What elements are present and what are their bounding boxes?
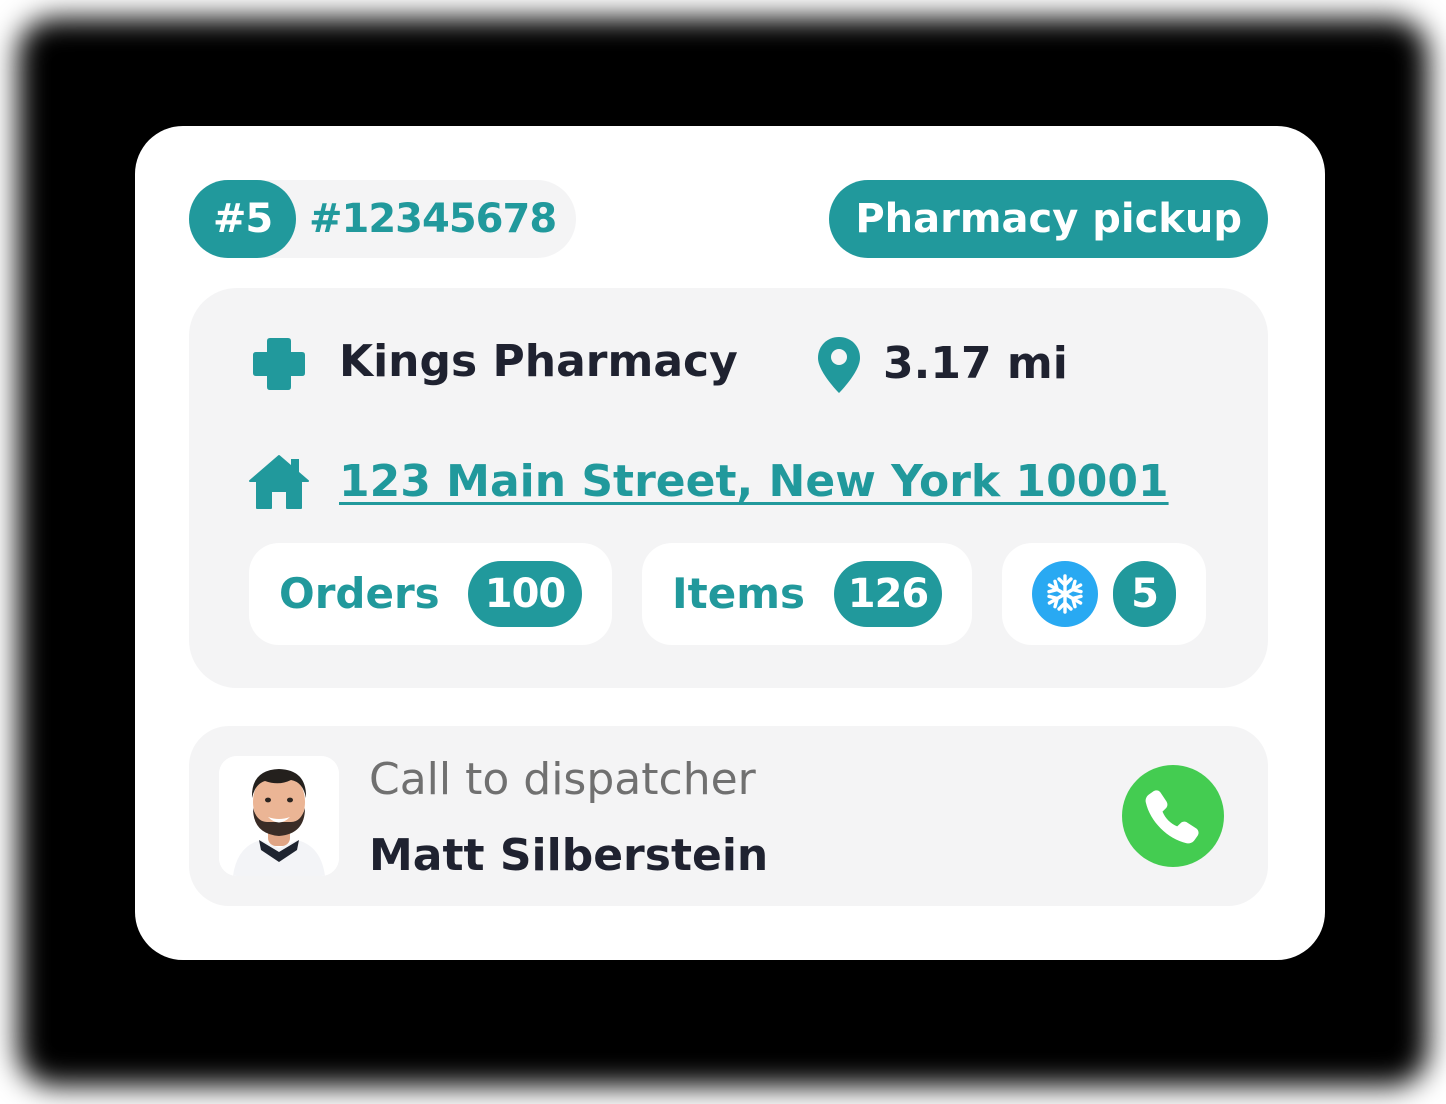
address-link[interactable]: 123 Main Street, New York 10001 (339, 454, 1169, 510)
orders-chip: Orders 100 (249, 543, 612, 645)
pickup-card: #5 #12345678 Pharmacy pickup Kings Pharm… (135, 126, 1325, 960)
items-count-badge: 126 (834, 561, 942, 627)
pharmacy-info-panel: Kings Pharmacy 3.17 mi 123 Main Street, … (189, 288, 1268, 688)
order-number: #12345678 (309, 196, 557, 242)
dispatcher-panel: Call to dispatcher Matt Silberstein (189, 726, 1268, 906)
snowflake-icon (1047, 574, 1083, 614)
snowflake-badge (1032, 561, 1098, 627)
call-to-dispatcher-label: Call to dispatcher (369, 754, 756, 805)
orders-label: Orders (279, 569, 440, 618)
pickup-type-badge: Pharmacy pickup (829, 180, 1268, 258)
medical-cross-icon (253, 338, 305, 390)
dispatcher-name: Matt Silberstein (369, 830, 769, 881)
dispatcher-avatar (219, 756, 339, 876)
home-icon (249, 455, 309, 509)
items-chip: Items 126 (642, 543, 972, 645)
pharmacy-name: Kings Pharmacy (339, 336, 738, 387)
orders-count-badge: 100 (468, 561, 582, 627)
order-id-pill: #5 #12345678 (189, 180, 576, 258)
phone-icon (1145, 790, 1199, 844)
cold-chain-chip: 5 (1002, 543, 1206, 645)
distance-value: 3.17 mi (883, 338, 1068, 389)
dispatcher-photo (219, 756, 339, 876)
card-header: #5 #12345678 Pharmacy pickup (189, 180, 1268, 258)
map-pin-icon (818, 337, 860, 393)
cold-chain-count-badge: 5 (1113, 561, 1176, 627)
items-label: Items (672, 569, 805, 618)
call-button[interactable] (1122, 765, 1224, 867)
stop-number-badge: #5 (189, 180, 296, 258)
